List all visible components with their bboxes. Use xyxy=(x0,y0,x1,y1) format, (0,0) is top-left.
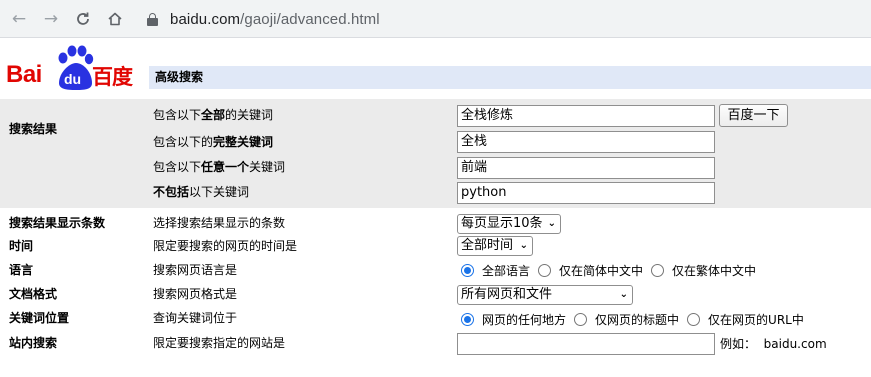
chevron-down-icon: ⌄ xyxy=(619,289,628,300)
any-word-input[interactable]: 前端 xyxy=(457,157,715,179)
position-option-title[interactable]: 仅网页的标题中 xyxy=(574,311,679,328)
format-category: 文档格式 xyxy=(9,287,58,301)
position-desc: 查询关键词位于 xyxy=(153,311,238,325)
chevron-down-icon: ⌄ xyxy=(519,240,528,251)
site-category: 站内搜索 xyxy=(9,336,58,350)
any-word-label: 包含以下任意一个关键词 xyxy=(153,160,286,174)
logo-chinese: 百度 xyxy=(92,65,133,89)
browser-toolbar: ← → baidu.com/gaoji/advanced.html xyxy=(0,0,871,38)
site-desc: 限定要搜索指定的网站是 xyxy=(153,336,286,350)
language-category: 语言 xyxy=(9,263,34,277)
chevron-down-icon: ⌄ xyxy=(547,218,556,229)
baidu-logo[interactable]: Bai du 百度 xyxy=(4,43,144,93)
exact-phrase-input[interactable]: 全栈 xyxy=(457,131,715,153)
logo-latin: Bai xyxy=(6,61,42,88)
language-radio-group: 全部语言 仅在简体中文中 仅在繁体中文中 xyxy=(461,262,764,278)
time-desc: 限定要搜索的网页的时间是 xyxy=(153,239,298,253)
home-icon[interactable] xyxy=(103,7,127,31)
language-option-traditional[interactable]: 仅在繁体中文中 xyxy=(651,262,756,279)
position-option-anywhere[interactable]: 网页的任何地方 xyxy=(461,311,566,328)
position-radio-group: 网页的任何地方 仅网页的标题中 仅在网页的URL中 xyxy=(461,311,812,327)
format-select[interactable]: 所有网页和文件 ⌄ xyxy=(457,285,633,305)
result-count-category: 搜索结果显示条数 xyxy=(9,216,106,230)
address-bar[interactable]: baidu.com/gaoji/advanced.html xyxy=(139,4,871,34)
format-desc: 搜索网页格式是 xyxy=(153,287,238,301)
radio-unchecked-icon[interactable] xyxy=(651,263,665,277)
result-count-desc: 选择搜索结果显示的条数 xyxy=(153,216,286,230)
search-results-category: 搜索结果 xyxy=(9,122,58,136)
exclude-words-input[interactable]: python xyxy=(457,182,715,204)
logo-paw-text: du xyxy=(64,71,82,87)
reload-icon[interactable] xyxy=(71,7,95,31)
radio-checked-icon[interactable] xyxy=(461,263,474,277)
page-title: 高级搜索 xyxy=(149,66,871,89)
exact-phrase-label: 包含以下的完整关键词 xyxy=(153,135,274,149)
back-arrow-icon[interactable]: ← xyxy=(7,7,31,31)
time-select[interactable]: 全部时间 ⌄ xyxy=(457,236,533,256)
all-words-input[interactable]: 全栈修炼 xyxy=(457,105,715,127)
radio-unchecked-icon[interactable] xyxy=(687,312,701,326)
position-category: 关键词位置 xyxy=(9,311,70,325)
language-option-all[interactable]: 全部语言 xyxy=(461,262,530,279)
language-desc: 搜索网页语言是 xyxy=(153,263,238,277)
exclude-words-label: 不包括以下关键词 xyxy=(153,185,250,199)
result-count-select[interactable]: 每页显示10条 ⌄ xyxy=(457,214,561,234)
forward-arrow-icon[interactable]: → xyxy=(39,7,63,31)
baidu-search-button[interactable]: 百度一下 xyxy=(719,104,788,127)
url-text: baidu.com/gaoji/advanced.html xyxy=(170,10,380,28)
site-example: 例如： baidu.com xyxy=(720,337,827,351)
time-category: 时间 xyxy=(9,239,34,253)
site-input[interactable] xyxy=(457,333,715,355)
radio-unchecked-icon[interactable] xyxy=(538,263,552,277)
language-option-simplified[interactable]: 仅在简体中文中 xyxy=(538,262,643,279)
radio-checked-icon[interactable] xyxy=(461,312,474,326)
radio-unchecked-icon[interactable] xyxy=(574,312,588,326)
position-option-url[interactable]: 仅在网页的URL中 xyxy=(687,311,804,328)
lock-icon[interactable] xyxy=(147,12,158,26)
all-words-label: 包含以下全部的关键词 xyxy=(153,108,274,122)
